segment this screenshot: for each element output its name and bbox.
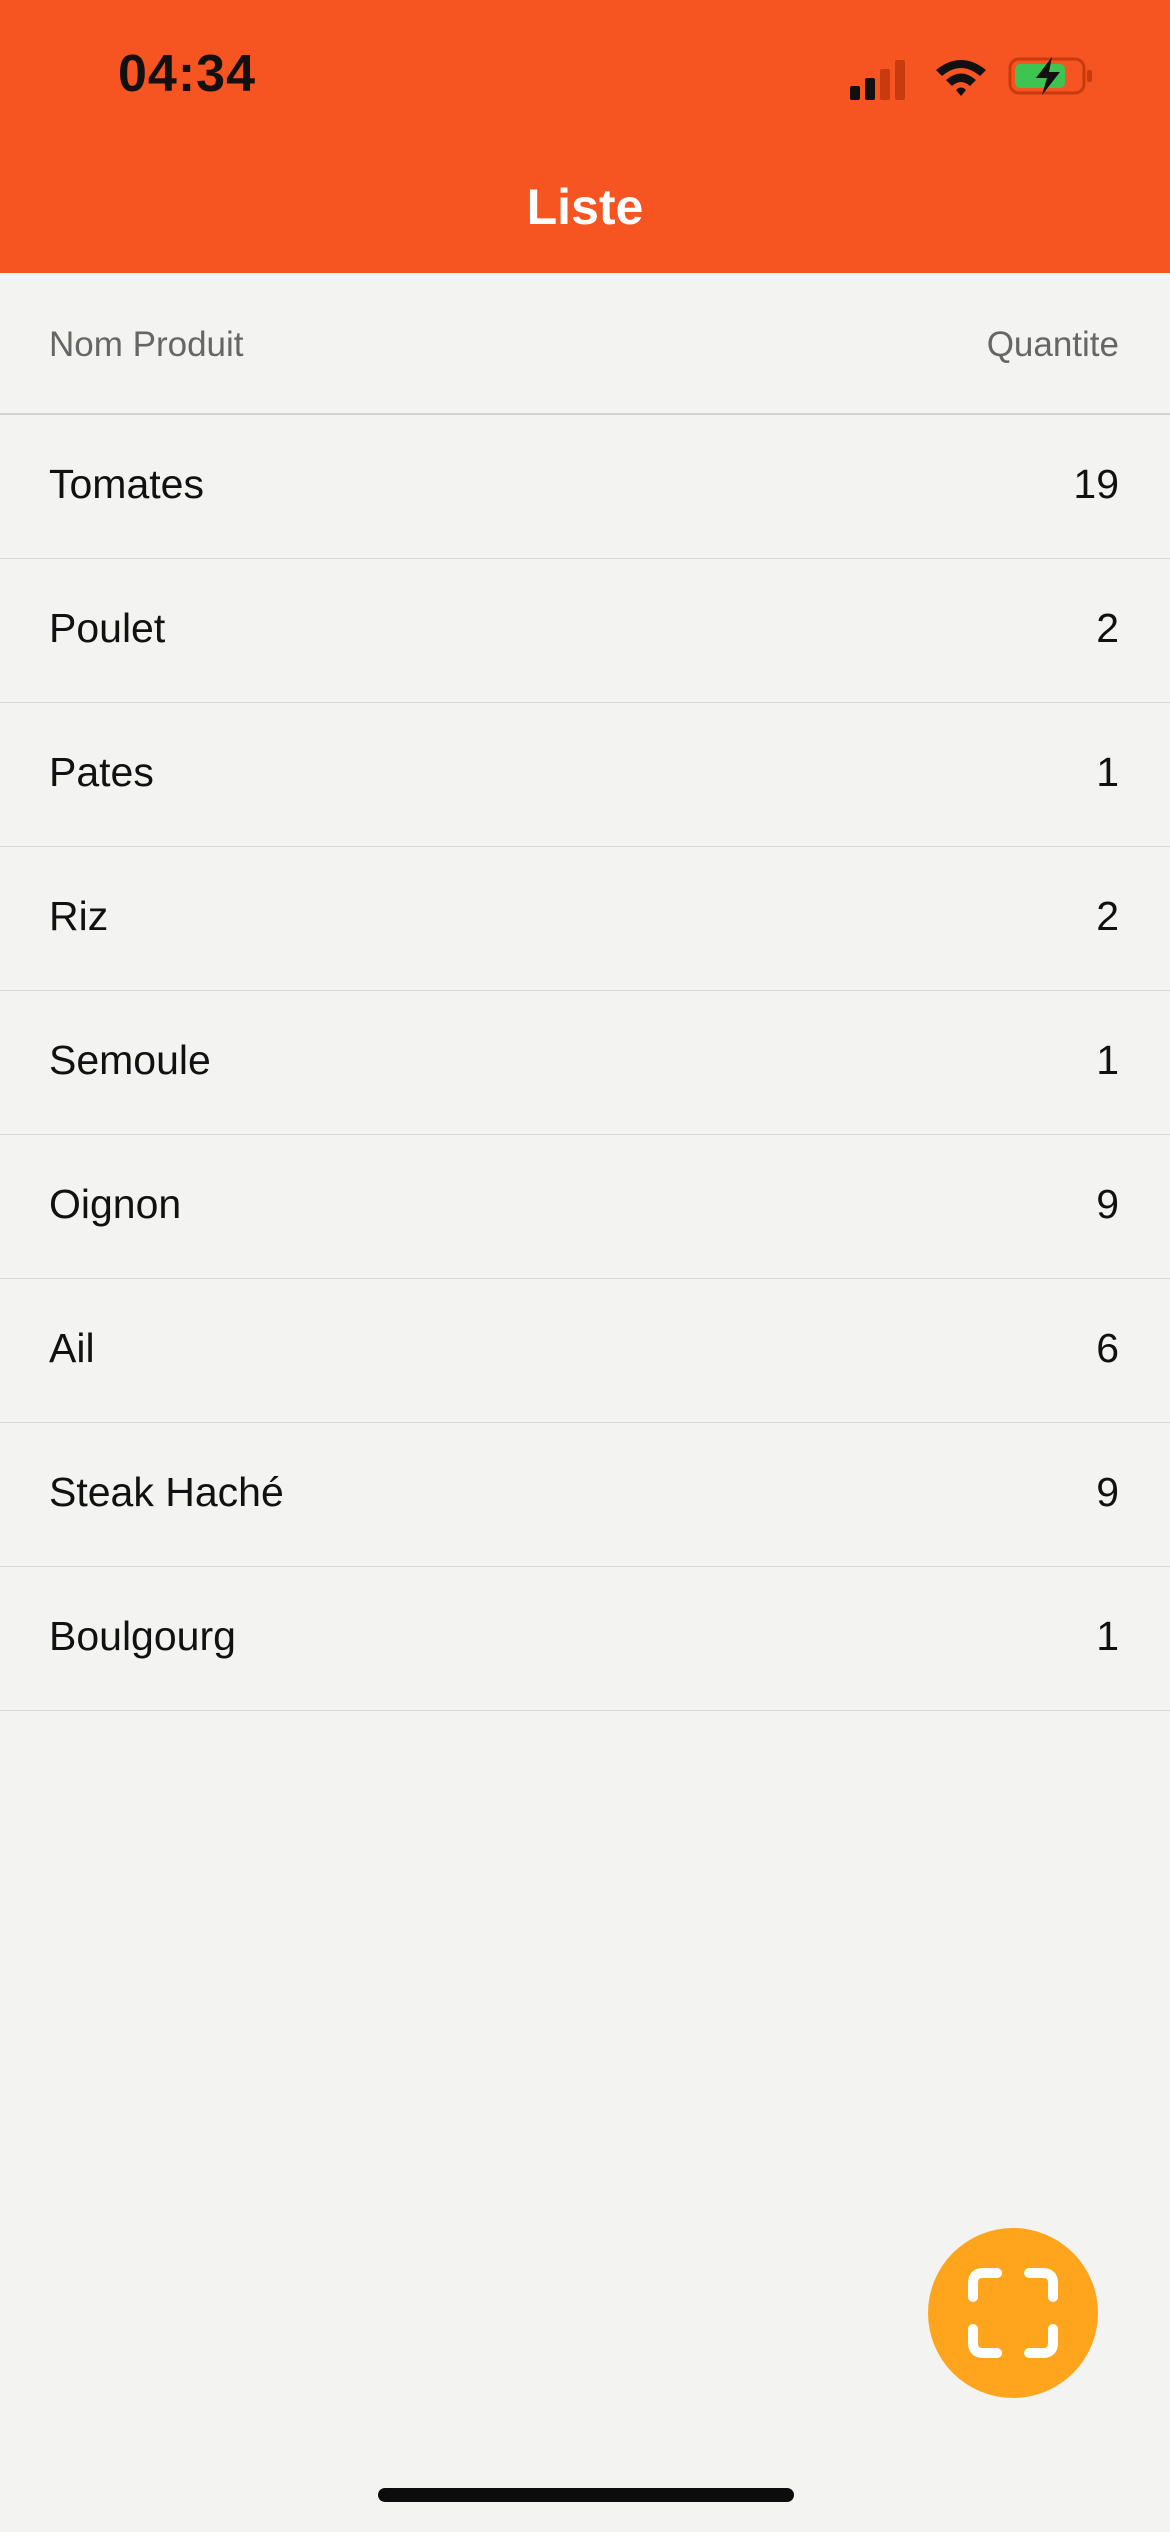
product-name: Semoule — [49, 1037, 211, 1083]
column-header-name: Nom Produit — [49, 325, 244, 364]
table-row[interactable]: Tomates 19 — [0, 415, 1170, 559]
scan-button[interactable] — [928, 2228, 1098, 2398]
page-title: Liste — [526, 179, 644, 235]
product-quantity: 9 — [1096, 1469, 1119, 1515]
product-name: Boulgourg — [49, 1613, 236, 1659]
table-row[interactable]: Boulgourg 1 — [0, 1567, 1170, 1711]
product-quantity: 19 — [1073, 461, 1119, 507]
product-quantity: 9 — [1096, 1181, 1119, 1227]
status-icons — [850, 54, 1100, 102]
product-quantity: 2 — [1096, 893, 1119, 939]
product-quantity: 1 — [1096, 749, 1119, 795]
product-quantity: 1 — [1096, 1037, 1119, 1083]
table-row[interactable]: Riz 2 — [0, 847, 1170, 991]
table-row[interactable]: Steak Haché 9 — [0, 1423, 1170, 1567]
table-row[interactable]: Oignon 9 — [0, 1135, 1170, 1279]
product-name: Steak Haché — [49, 1469, 284, 1515]
battery-charging-icon — [1008, 57, 1092, 95]
home-indicator[interactable] — [378, 2488, 794, 2502]
product-name: Riz — [49, 893, 109, 939]
product-quantity: 6 — [1096, 1325, 1119, 1371]
table-row[interactable]: Pates 1 — [0, 703, 1170, 847]
app-header: 04:34 Liste — [0, 0, 1170, 273]
product-name: Pates — [49, 749, 154, 795]
product-name: Ail — [49, 1325, 95, 1371]
status-time: 04:34 — [118, 45, 256, 103]
table-header: Nom Produit Quantite — [0, 273, 1170, 415]
product-quantity: 2 — [1096, 605, 1119, 651]
cellular-signal-icon — [850, 60, 905, 100]
product-name: Poulet — [49, 605, 166, 651]
product-name: Tomates — [49, 461, 204, 507]
product-list: Tomates 19 Poulet 2 Pates 1 Riz 2 Semoul… — [0, 415, 1170, 1711]
product-quantity: 1 — [1096, 1613, 1119, 1659]
table-row[interactable]: Ail 6 — [0, 1279, 1170, 1423]
product-name: Oignon — [49, 1181, 182, 1227]
table-row[interactable]: Poulet 2 — [0, 559, 1170, 703]
table-row[interactable]: Semoule 1 — [0, 991, 1170, 1135]
column-header-quantity: Quantite — [986, 325, 1119, 364]
scan-icon — [968, 2268, 1058, 2358]
wifi-icon — [936, 60, 986, 96]
